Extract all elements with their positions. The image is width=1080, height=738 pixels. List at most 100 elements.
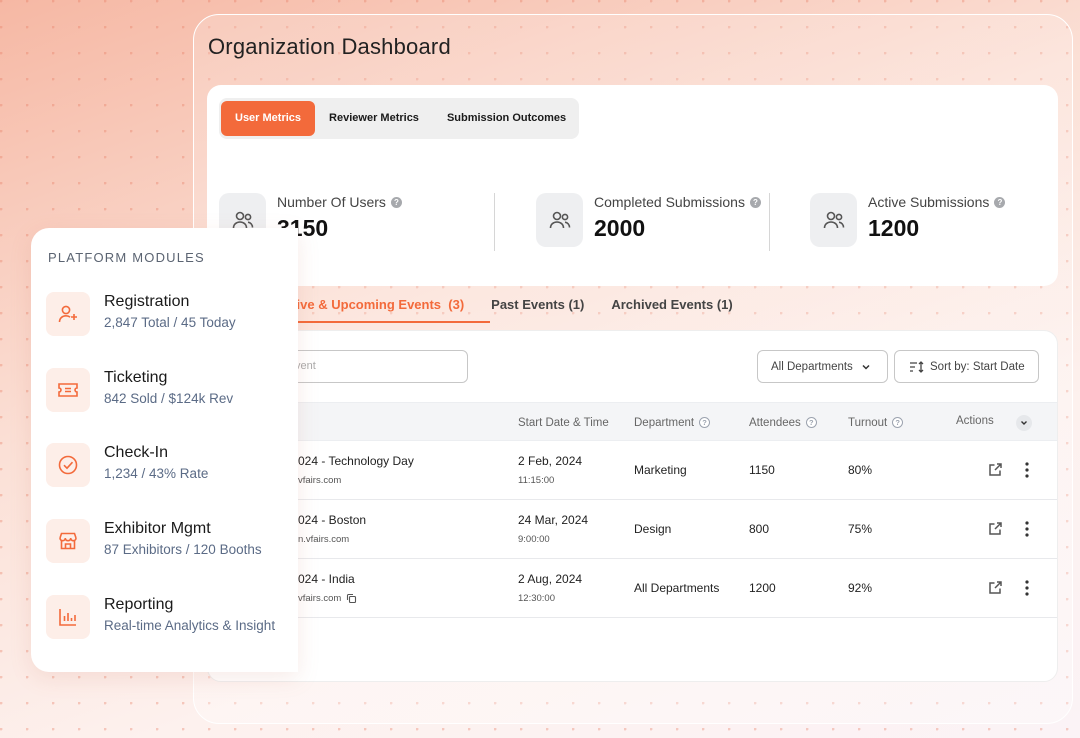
attendees-cell: 800 <box>749 522 770 536</box>
department-select-value: All Departments <box>771 360 853 373</box>
event-name: 024 - India <box>298 572 355 586</box>
event-date: 2 Feb, 2024 <box>518 454 583 468</box>
metric-label: Active Submissions <box>868 194 990 210</box>
users-icon <box>810 193 857 247</box>
event-time: 12:30:00 <box>518 593 555 604</box>
module-ticketing[interactable]: Ticketing 842 Sold / $124k Rev <box>46 368 233 412</box>
sort-icon <box>910 360 924 373</box>
module-reporting[interactable]: Reporting Real-time Analytics & Insight <box>46 595 275 639</box>
column-turnout[interactable]: Turnout? <box>848 403 904 442</box>
event-name-cell: 024 - Technology Day vfairs.com <box>298 454 414 486</box>
metric-active-submissions: Active Submissions? 1200 <box>810 193 1006 247</box>
attendees-cell: 1150 <box>749 463 775 477</box>
column-label: Turnout <box>848 416 888 429</box>
event-url[interactable]: n.vfairs.com <box>298 534 349 545</box>
module-name: Registration <box>104 293 190 310</box>
events-table-card: vent All Departments Sort by: Start Date… <box>207 330 1058 682</box>
metric-value: 2000 <box>594 215 646 241</box>
event-tabs: ctive & Upcoming Events (3) Past Events … <box>285 297 760 323</box>
copy-icon[interactable] <box>346 593 357 604</box>
column-attendees[interactable]: Attendees? <box>749 403 817 442</box>
event-name: 024 - Boston <box>298 513 367 527</box>
event-time: 11:15:00 <box>518 475 555 486</box>
event-time: 9:00:00 <box>518 534 550 545</box>
tab-user-metrics[interactable]: User Metrics <box>221 101 316 136</box>
table-row[interactable]: 024 - India vfairs.com 2 Aug, 2024 12:30… <box>208 559 1057 618</box>
module-name: Exhibitor Mgmt <box>104 520 211 537</box>
start-date-cell: 24 Mar, 2024 9:00:00 <box>518 513 588 545</box>
department-cell: All Departments <box>634 581 720 595</box>
search-input[interactable]: vent <box>268 350 468 383</box>
help-icon[interactable]: ? <box>390 196 402 208</box>
open-external-icon[interactable] <box>987 579 1004 596</box>
department-select[interactable]: All Departments <box>757 350 888 383</box>
help-icon[interactable]: ? <box>994 196 1006 208</box>
turnout-cell: 92% <box>848 581 873 595</box>
event-url[interactable]: vfairs.com <box>298 475 341 486</box>
module-desc: 842 Sold / $124k Rev <box>104 391 234 406</box>
module-registration[interactable]: Registration 2,847 Total / 45 Today <box>46 292 236 336</box>
module-desc: Real-time Analytics & Insight <box>104 618 276 633</box>
event-name-cell: 024 - India vfairs.com <box>298 572 357 604</box>
module-exhibitor-mgmt[interactable]: Exhibitor Mgmt 87 Exhibitors / 120 Booth… <box>46 519 262 563</box>
turnout-cell: 80% <box>848 463 873 477</box>
event-name: 024 - Technology Day <box>298 454 414 468</box>
table-row[interactable]: 024 - Boston n.vfairs.com 24 Mar, 2024 9… <box>208 500 1057 559</box>
metric-label: Number Of Users <box>277 194 386 210</box>
column-label: Attendees <box>749 416 801 429</box>
column-start-date[interactable]: Start Date & Time <box>518 403 609 442</box>
event-name-cell: 024 - Boston n.vfairs.com <box>298 513 366 545</box>
chevron-down-icon <box>1016 414 1032 431</box>
module-name: Check-In <box>104 444 169 461</box>
page-title: Organization Dashboard <box>208 34 451 59</box>
column-department[interactable]: Department? <box>634 403 711 442</box>
help-icon[interactable]: ? <box>892 417 904 428</box>
column-label: Start Date & Time <box>518 416 609 429</box>
turnout-cell: 75% <box>848 522 873 536</box>
module-check-in[interactable]: Check-In 1,234 / 43% Rate <box>46 443 208 487</box>
check-circle-icon <box>46 443 90 487</box>
department-cell: Design <box>634 522 672 536</box>
users-icon <box>536 193 583 247</box>
more-options-icon[interactable] <box>1024 461 1030 479</box>
start-date-cell: 2 Aug, 2024 12:30:00 <box>518 572 582 604</box>
more-options-icon[interactable] <box>1024 520 1030 538</box>
bar-chart-icon <box>46 595 90 639</box>
event-url[interactable]: vfairs.com <box>298 593 341 604</box>
help-icon[interactable]: ? <box>749 196 761 208</box>
column-label: Department <box>634 416 695 429</box>
module-desc: 87 Exhibitors / 120 Booths <box>104 542 262 557</box>
modules-title: PLATFORM MODULES <box>48 250 205 265</box>
divider <box>494 193 495 251</box>
metric-label: Completed Submissions <box>594 194 745 210</box>
open-external-icon[interactable] <box>987 461 1004 478</box>
active-tab-indicator <box>285 321 490 323</box>
more-options-icon[interactable] <box>1024 579 1030 597</box>
table-header: Start Date & Time Department? Attendees?… <box>208 402 1057 441</box>
metric-tabs: User Metrics Reviewer Metrics Submission… <box>219 98 579 139</box>
module-desc: 2,847 Total / 45 Today <box>104 315 236 330</box>
module-desc: 1,234 / 43% Rate <box>104 466 209 481</box>
help-icon[interactable]: ? <box>805 417 817 428</box>
open-external-icon[interactable] <box>987 520 1004 537</box>
help-icon[interactable]: ? <box>699 417 711 428</box>
table-row[interactable]: 024 - Technology Day vfairs.com 2 Feb, 2… <box>208 441 1057 500</box>
column-label: Actions <box>956 414 994 427</box>
module-name: Reporting <box>104 596 174 613</box>
module-name: Ticketing <box>104 369 168 386</box>
ticket-icon <box>46 368 90 412</box>
sort-label: Sort by: Start Date <box>930 360 1025 373</box>
user-plus-icon <box>46 292 90 336</box>
tab-submission-outcomes[interactable]: Submission Outcomes <box>433 101 580 136</box>
chevron-down-icon <box>862 364 870 370</box>
event-date: 2 Aug, 2024 <box>518 572 583 586</box>
tab-archived-events[interactable]: Archived Events (1) <box>611 297 732 323</box>
metric-completed-submissions: Completed Submissions? 2000 <box>536 193 761 247</box>
tab-active-upcoming-events[interactable]: ctive & Upcoming Events (3) <box>285 297 464 323</box>
tab-past-events[interactable]: Past Events (1) <box>491 297 584 323</box>
sort-button[interactable]: Sort by: Start Date <box>894 350 1039 383</box>
expand-columns-button[interactable] <box>1016 403 1032 442</box>
tab-reviewer-metrics[interactable]: Reviewer Metrics <box>315 101 433 136</box>
platform-modules-card: PLATFORM MODULES Registration 2,847 Tota… <box>31 228 298 672</box>
divider <box>769 193 770 251</box>
